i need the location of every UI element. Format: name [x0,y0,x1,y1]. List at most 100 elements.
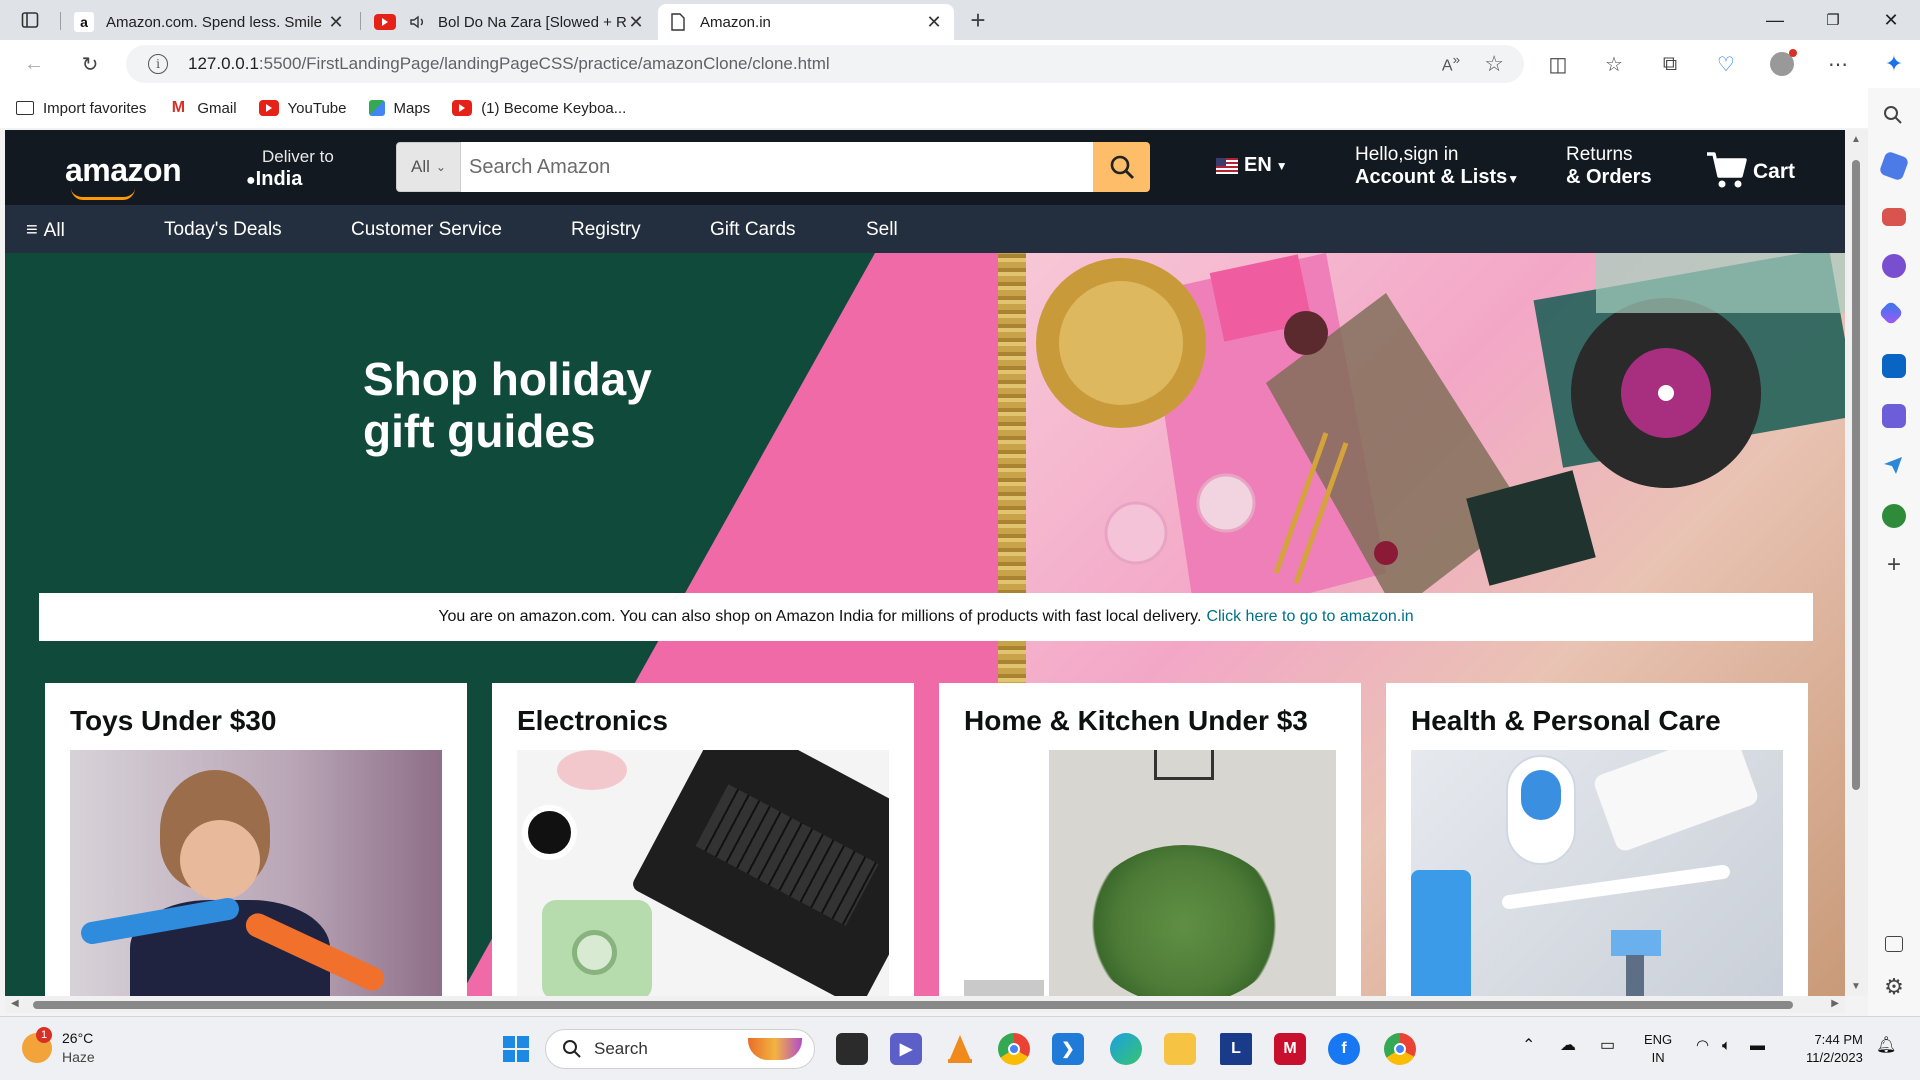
tab-amazon-in[interactable]: Amazon.in ✕ [658,4,954,40]
nav-sell[interactable]: Sell [866,219,898,241]
volume-icon[interactable]: 🔈︎ [1722,1037,1731,1055]
address-url[interactable]: 127.0.0.1:5500/FirstLandingPage/landingP… [188,54,830,74]
vertical-scroll-thumb[interactable] [1852,160,1860,790]
copilot-sidebar-icon[interactable] [1878,300,1904,326]
clock[interactable]: 7:44 PM 11/2/2023 [1806,1031,1863,1067]
sidebar-toggle-icon[interactable] [1885,936,1903,952]
all-menu-button[interactable]: ≡ All [26,219,65,242]
notification-bell-icon[interactable]: 🔔︎ [1876,1037,1896,1055]
cart-button[interactable]: Cart [1705,150,1795,190]
bookmark-youtube[interactable]: YouTube [258,100,347,117]
card-toys[interactable]: Toys Under $30 [45,683,467,996]
outlook-icon[interactable] [1882,354,1906,378]
horizontal-scrollbar[interactable]: ◀ ▶ [5,996,1845,1013]
facebook-icon[interactable]: f [1328,1033,1360,1065]
speaker-icon[interactable] [408,12,428,32]
search-icon[interactable] [1882,104,1906,128]
scroll-right-arrow-icon[interactable]: ▶ [1831,998,1839,1009]
restore-button[interactable]: ❐ [1810,0,1856,40]
bookmark-import-favorites[interactable]: Import favorites [16,100,146,117]
onedrive-cloud-icon[interactable]: ☁ [1560,1037,1576,1055]
hero-banner[interactable]: Shop holiday gift guides You are on amaz… [5,253,1845,996]
battery-icon[interactable]: ▬ [1750,1037,1765,1055]
scroll-left-arrow-icon[interactable]: ◀ [11,998,19,1009]
bookmark-keyboard[interactable]: (1) Become Keyboa... [452,100,626,117]
add-icon[interactable]: + [1882,553,1906,578]
wifi-icon[interactable]: ◠ [1696,1037,1709,1055]
card-electronics[interactable]: Electronics [492,683,914,996]
account-lists[interactable]: Hello,sign in Account & Lists▼ [1355,144,1519,190]
chrome-profile-icon[interactable] [1384,1033,1416,1065]
chrome-icon[interactable] [998,1033,1030,1065]
tray-chevron-up-icon[interactable]: ⌃ [1522,1037,1535,1055]
tab-youtube[interactable]: Bol Do Na Zara [Slowed + R ✕ [364,4,656,40]
nav-todays-deals[interactable]: Today's Deals [164,219,282,241]
amazon-in-link[interactable]: Click here to go to amazon.in [1206,608,1413,626]
new-tab-button[interactable]: + [964,5,992,35]
copilot-icon[interactable]: ✦ [1880,50,1908,78]
shopping-tag-icon[interactable] [1878,150,1910,182]
tab-actions-icon[interactable] [16,6,44,34]
browser-essentials-icon[interactable]: ♡ [1712,50,1740,78]
home-kitchen-image[interactable] [964,750,1336,996]
card-home-kitchen[interactable]: Home & Kitchen Under $3 [939,683,1361,996]
vlc-icon[interactable] [944,1033,976,1065]
nav-gift-cards[interactable]: Gift Cards [710,219,796,241]
window-close-button[interactable]: ✕ [1868,0,1914,40]
language-indicator[interactable]: ENG IN [1644,1031,1672,1067]
close-tab-icon[interactable]: ✕ [626,12,646,33]
more-options-icon[interactable]: ⋯ [1824,50,1852,78]
bookmark-gmail[interactable]: M Gmail [168,99,237,117]
scroll-up-arrow-icon[interactable]: ▲ [1851,134,1861,145]
tray-app-icon[interactable]: ▭ [1600,1037,1615,1055]
collections-icon[interactable]: ⧉ [1656,50,1684,78]
vscode-icon[interactable]: ❯ [1052,1033,1084,1065]
language-selector[interactable]: EN ▼ [1216,154,1288,177]
windows-start-icon[interactable] [500,1033,532,1065]
search-input[interactable] [461,142,1093,192]
health-image[interactable] [1411,750,1783,996]
nav-customer-service[interactable]: Customer Service [351,219,502,241]
bookmark-maps[interactable]: Maps [368,100,430,117]
back-arrow-icon[interactable]: ← [20,50,48,78]
read-aloud-icon[interactable]: A» [1442,52,1460,75]
favorite-star-icon[interactable]: ☆ [1484,51,1504,77]
tools-icon[interactable] [1882,208,1906,226]
tab-amazon-com[interactable]: a Amazon.com. Spend less. Smile m ✕ [64,4,356,40]
scroll-down-arrow-icon[interactable]: ▼ [1851,981,1861,992]
refresh-icon[interactable]: ↻ [76,50,104,78]
profile-avatar[interactable] [1768,49,1797,78]
settings-gear-icon[interactable]: ⚙ [1882,976,1906,1000]
close-tab-icon[interactable]: ✕ [326,12,346,33]
l-app-icon[interactable]: L [1220,1033,1252,1065]
weather-widget[interactable]: 1 26°C Haze [22,1027,95,1067]
close-tab-icon[interactable]: ✕ [924,12,944,33]
minimize-button[interactable]: — [1752,0,1798,40]
nav-registry[interactable]: Registry [571,219,641,241]
taskbar-search[interactable]: Search [545,1029,815,1069]
send-icon[interactable] [1882,454,1906,478]
mcafee-icon[interactable]: M [1274,1033,1306,1065]
split-screen-icon[interactable]: ◫ [1544,50,1572,78]
logo-smile-icon [71,188,135,200]
address-bar[interactable]: i 127.0.0.1:5500/FirstLandingPage/landin… [126,45,1524,83]
search-button[interactable] [1093,142,1150,192]
horizontal-scroll-thumb[interactable] [33,1001,1793,1009]
card-health[interactable]: Health & Personal Care [1386,683,1808,996]
teams-meet-icon[interactable]: ▶ [890,1033,922,1065]
deliver-to[interactable]: Deliver to ●India [246,146,334,192]
file-explorer-icon[interactable] [1164,1033,1196,1065]
electronics-image[interactable] [517,750,889,996]
amazon-logo[interactable]: amazon [65,152,182,200]
vertical-scrollbar[interactable]: ▲ ▼ [1845,130,1868,996]
games-icon[interactable] [1882,254,1906,278]
favorites-icon[interactable]: ☆ [1600,50,1628,78]
task-view-icon[interactable] [836,1033,868,1065]
toys-image[interactable] [70,750,442,996]
designer-icon[interactable] [1882,404,1906,428]
search-category-select[interactable]: All ⌄ [396,142,461,192]
site-info-icon[interactable]: i [148,54,168,74]
returns-orders[interactable]: Returns & Orders [1566,144,1652,188]
tree-icon[interactable] [1882,504,1906,528]
edge-icon[interactable] [1110,1033,1142,1065]
